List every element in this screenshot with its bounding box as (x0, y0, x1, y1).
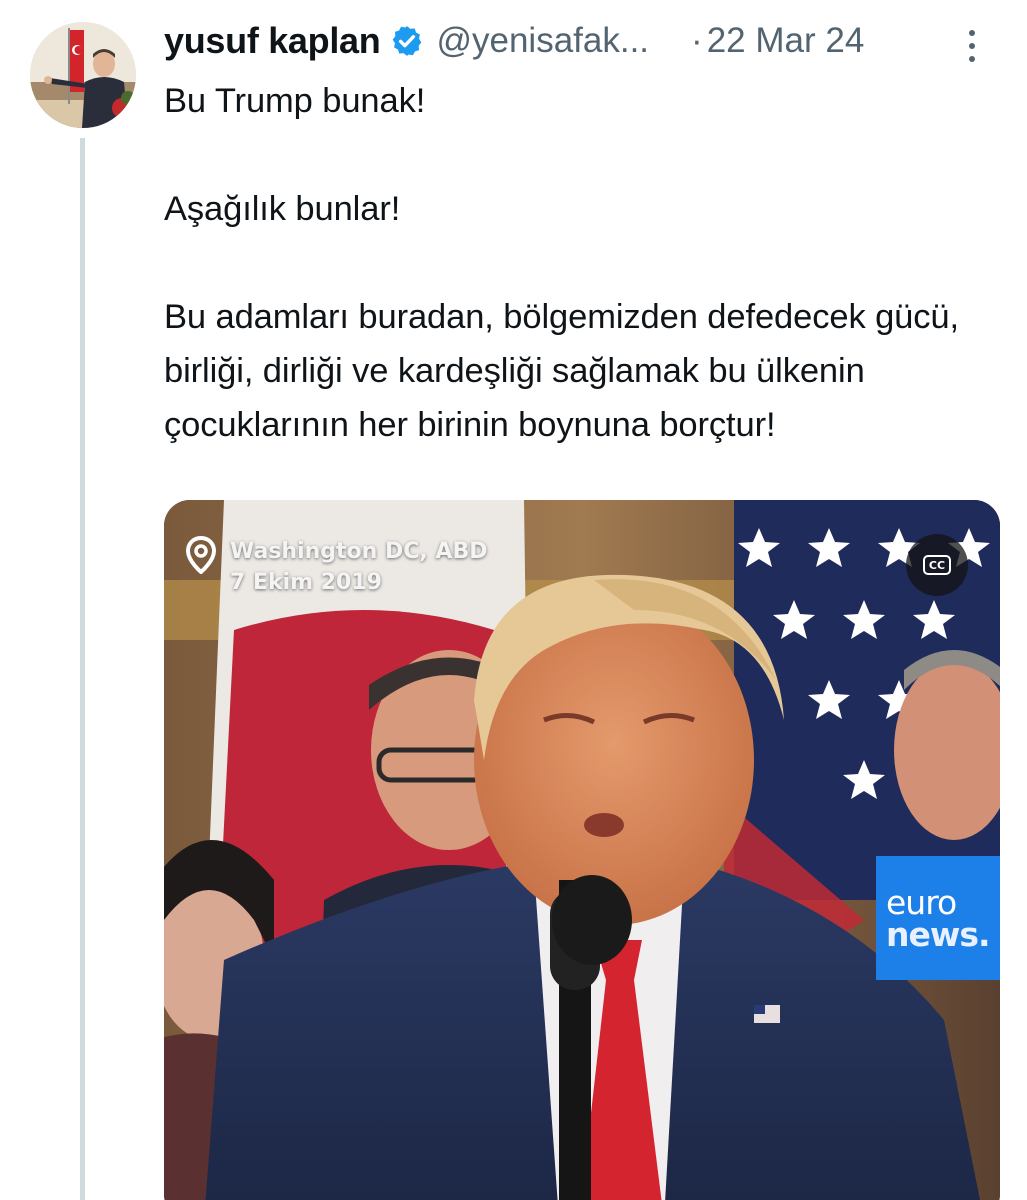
video-player[interactable]: Washington DC, ABD 7 Ekim 2019 CC euro n… (164, 500, 1000, 1200)
euronews-logo: euro news. (876, 856, 1000, 980)
timestamp[interactable]: 22 Mar 24 (707, 21, 865, 61)
video-frame (164, 500, 1000, 1200)
tweet-paragraph: Aşağılık bunlar! (164, 190, 401, 228)
avatar-image (30, 22, 136, 128)
captions-icon: CC (923, 555, 951, 575)
display-name[interactable]: yusuf kaplan (164, 20, 381, 62)
handle[interactable]: @yenisafak... (436, 21, 649, 61)
location-overlay: Washington DC, ABD 7 Ekim 2019 (186, 536, 487, 598)
tweet-text: Bu Trump bunak! Aşağılık bunlar! Bu adam… (164, 74, 1004, 452)
tweet[interactable]: yusuf kaplan @yenisafak... · 22 Mar 24 B… (0, 0, 1027, 1200)
verified-badge-icon (393, 26, 422, 56)
location-text: Washington DC, ABD (230, 539, 488, 564)
captions-button[interactable]: CC (906, 534, 968, 596)
thread-line (80, 138, 85, 1200)
location-pin-icon (186, 536, 216, 574)
more-options-icon[interactable] (962, 26, 982, 66)
logo-text: news. (886, 915, 991, 954)
avatar[interactable] (30, 22, 136, 128)
date-text: 7 Ekim 2019 (230, 570, 382, 595)
tweet-paragraph: Bu adamları buradan, bölgemizden defedec… (164, 298, 959, 444)
separator: · (691, 21, 703, 60)
tweet-header: yusuf kaplan @yenisafak... · 22 Mar 24 (164, 16, 864, 66)
tweet-paragraph: Bu Trump bunak! (164, 82, 426, 120)
